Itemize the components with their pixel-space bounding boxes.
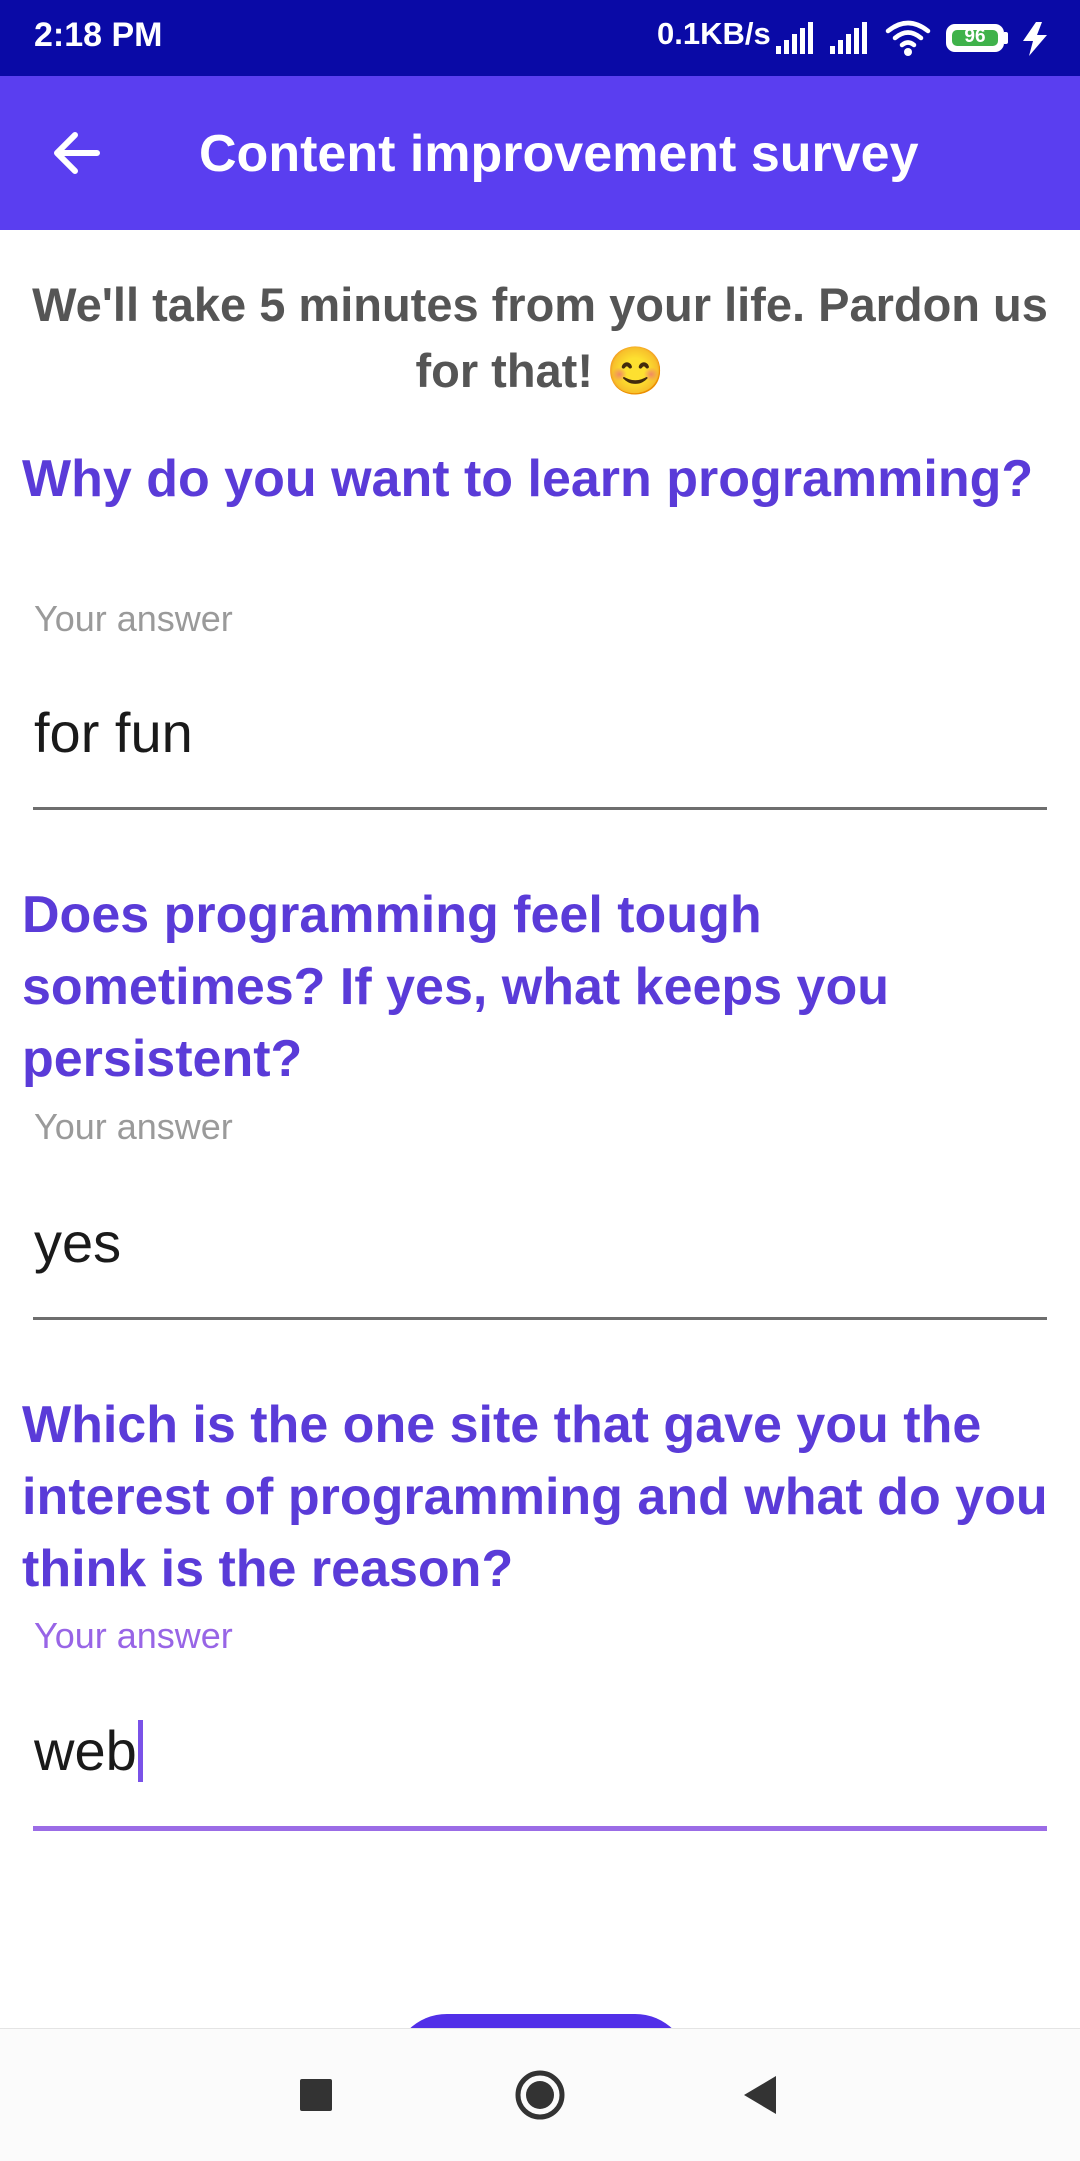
question-1-answer-input[interactable]: for fun (34, 700, 193, 765)
question-3-hint: Your answer (34, 1615, 233, 1656)
system-nav-bar (0, 2028, 1080, 2161)
intro-text: We'll take 5 minutes from your life. Par… (32, 278, 1048, 397)
network-speed: 0.1KB/s (657, 16, 771, 51)
signal-icon-2 (830, 22, 867, 54)
recents-button[interactable] (272, 2051, 360, 2139)
question-3-answer-input[interactable]: web (34, 1718, 143, 1783)
question-3-text: Which is the one site that gave you the … (22, 1396, 1048, 1598)
circle-home-icon (515, 2070, 565, 2120)
question-1-underline (33, 807, 1047, 810)
question-1-text: Why do you want to learn programming? (22, 450, 1034, 508)
app-bar: Content improvement survey (0, 76, 1080, 230)
text-cursor (137, 1720, 143, 1782)
arrow-left-icon (54, 132, 100, 174)
question-2-hint: Your answer (34, 1106, 233, 1147)
status-bar: 2:18 PM 0.1KB/s 96 (0, 0, 1080, 76)
question-3-answer-text: web (34, 1719, 137, 1782)
question-2-text: Does programming feel tough sometimes? I… (22, 886, 889, 1088)
triangle-back-icon (744, 2076, 776, 2114)
page-title: Content improvement survey (199, 125, 919, 183)
back-button[interactable] (40, 117, 112, 189)
status-time: 2:18 PM (34, 16, 163, 54)
question-2-underline (33, 1317, 1047, 1320)
battery-icon: 96 (946, 24, 1004, 52)
wifi-icon (885, 20, 931, 56)
charging-icon (1023, 22, 1047, 56)
back-nav-button[interactable] (716, 2051, 804, 2139)
question-2-answer-input[interactable]: yes (34, 1210, 121, 1275)
home-button[interactable] (496, 2051, 584, 2139)
signal-icon (776, 22, 813, 54)
question-1-hint: Your answer (34, 598, 233, 639)
square-recents-icon (300, 2079, 332, 2111)
question-3-underline (33, 1826, 1047, 1831)
battery-level: 96 (964, 26, 986, 47)
